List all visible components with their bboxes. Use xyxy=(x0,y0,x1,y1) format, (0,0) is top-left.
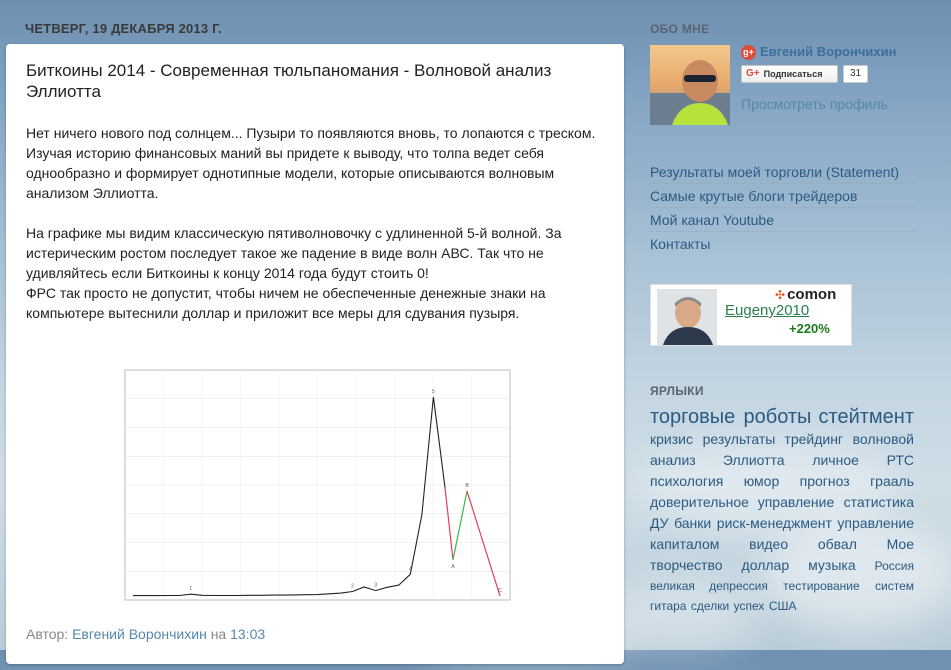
chart-wave-label: 5 xyxy=(432,389,435,395)
label-tag[interactable]: грааль xyxy=(870,473,914,489)
chart-wave-label: 1 xyxy=(189,586,192,592)
label-tag[interactable]: статистика xyxy=(844,494,914,510)
label-tag[interactable]: США xyxy=(769,599,797,613)
subscriber-count: 31 xyxy=(843,65,868,83)
bitcoin-chart-svg: 1 2 345ABC xyxy=(124,369,511,601)
subscribe-label: Подписаться xyxy=(763,69,823,79)
view-profile-link[interactable]: Просмотреть профиль xyxy=(741,96,888,112)
chart-wave-label: C xyxy=(498,588,502,594)
sidebar-link-youtube[interactable]: Мой канал Youtube xyxy=(650,212,774,228)
sidebar-links: Результаты моей торговли (Statement) Сам… xyxy=(650,160,915,256)
avatar-photo xyxy=(650,45,730,125)
label-tag[interactable]: риск-менеджмент xyxy=(717,515,832,531)
label-tag[interactable]: музыка xyxy=(808,557,855,573)
author-link[interactable]: Евгений Ворончихин xyxy=(72,626,207,642)
bitcoin-chart-image[interactable]: 12345ABC xyxy=(115,360,515,613)
label-tag[interactable]: систем xyxy=(875,579,914,593)
post-paragraph: Нет ничего нового под солнцем... Пузыри … xyxy=(26,125,596,141)
label-tag[interactable]: ДУ xyxy=(650,515,669,531)
labels-cloud: торговые роботы стейтмент кризис результ… xyxy=(650,405,914,616)
sidebar-link-item: Результаты моей торговли (Statement) xyxy=(650,160,915,184)
label-tag[interactable]: результаты трейдинг xyxy=(703,431,843,447)
label-tag[interactable]: доллар xyxy=(742,557,790,573)
label-tag[interactable]: обвал xyxy=(818,536,857,552)
google-plus-icon: G+ xyxy=(746,68,760,79)
label-tag[interactable]: прогноз xyxy=(800,473,850,489)
comon-logo-icon: ✣ xyxy=(775,288,786,302)
label-tag[interactable]: стейтмент xyxy=(819,406,914,428)
labels-section-title: ЯРЛЫКИ xyxy=(650,384,704,398)
post-paragraph: На графике мы видим классическую пятивол… xyxy=(26,225,562,281)
label-tag[interactable]: тестирование xyxy=(783,579,860,593)
avatar[interactable] xyxy=(650,45,730,125)
label-tag[interactable]: торговые роботы xyxy=(650,406,811,428)
label-tag[interactable]: психология xyxy=(650,473,723,489)
sidebar-link-statement[interactable]: Результаты моей торговли (Statement) xyxy=(650,164,899,180)
about-section-title: ОБО МНЕ xyxy=(650,22,710,36)
post-title[interactable]: Биткоины 2014 - Современная тюльпаномани… xyxy=(26,60,606,102)
google-plus-icon: g+ xyxy=(741,45,756,60)
comon-logo-text: comon xyxy=(787,286,837,303)
label-tag[interactable]: гитара xyxy=(650,599,686,613)
sidebar-link-item: Мой канал Youtube xyxy=(650,208,915,232)
label-tag[interactable]: успех xyxy=(734,599,765,613)
sidebar-link-blogs[interactable]: Самые крутые блоги трейдеров xyxy=(650,188,857,204)
comon-banner[interactable]: ✣ comon Eugeny2010 +220% xyxy=(650,284,852,346)
post-body: Нет ничего нового под солнцем... Пузыри … xyxy=(26,123,601,323)
post-paragraph: ФРС так просто не допустит, чтобы ничем … xyxy=(26,285,546,321)
label-tag[interactable]: сделки xyxy=(691,599,729,613)
sidebar-link-item: Самые крутые блоги трейдеров xyxy=(650,184,915,208)
comon-logo: ✣ comon xyxy=(775,286,836,303)
profile-name-link[interactable]: Евгений Ворончихин xyxy=(760,44,896,59)
comon-username: Eugeny2010 xyxy=(725,302,810,319)
label-tag[interactable]: видео xyxy=(749,536,788,552)
chart-wave-label: 4 xyxy=(409,566,412,572)
post-paragraph: Изучая историю финансовых маний вы приде… xyxy=(26,145,555,201)
label-tag[interactable]: личное xyxy=(812,452,859,468)
comon-user-photo xyxy=(657,289,717,345)
label-tag[interactable]: доверительное управление xyxy=(650,494,834,510)
post-footer: Автор: Евгений Ворончихин на 13:03 xyxy=(26,626,265,642)
time-prefix: на xyxy=(210,626,227,642)
sidebar-link-item: Контакты xyxy=(650,232,915,256)
post-date-header: ЧЕТВЕРГ, 19 ДЕКАБРЯ 2013 Г. xyxy=(25,21,222,36)
label-tag[interactable]: Россия xyxy=(875,559,914,573)
label-tag[interactable]: банки xyxy=(674,515,711,531)
author-prefix: Автор: xyxy=(26,626,69,642)
chart-wave-label: 3 xyxy=(374,583,377,589)
label-tag[interactable]: РТС xyxy=(887,452,914,468)
subscribe-button[interactable]: G+ Подписаться xyxy=(741,65,838,83)
chart-wave-label: 2 xyxy=(351,583,354,589)
label-tag[interactable]: великая депрессия xyxy=(650,579,768,593)
sidebar-link-contacts[interactable]: Контакты xyxy=(650,236,710,252)
comon-percent: +220% xyxy=(789,321,830,336)
post-time-link[interactable]: 13:03 xyxy=(230,626,265,642)
label-tag[interactable]: кризис xyxy=(650,431,693,447)
label-tag[interactable]: юмор xyxy=(744,473,780,489)
